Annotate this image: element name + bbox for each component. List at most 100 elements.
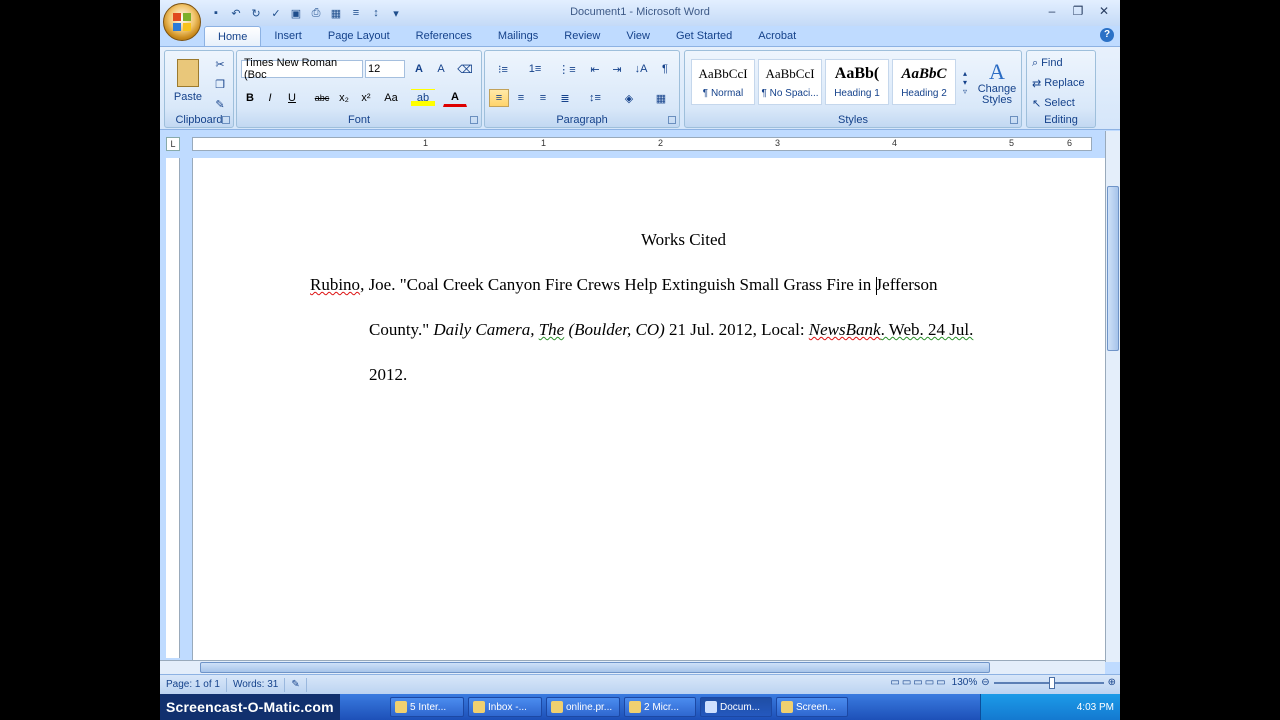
horizontal-scroll-thumb[interactable] [200, 662, 990, 673]
system-tray: 4:03 PM [980, 694, 1120, 720]
author-surname: Rubino [310, 275, 361, 294]
word-count[interactable]: Words: 31 [227, 677, 286, 692]
show-marks-icon[interactable]: ¶ [655, 60, 675, 78]
bold-icon[interactable]: B [241, 89, 259, 107]
restore-icon[interactable]: ❐ [1066, 2, 1090, 20]
tab-insert[interactable]: Insert [261, 26, 315, 46]
cut-icon[interactable]: ✂ [211, 55, 229, 73]
tab-home[interactable]: Home [204, 26, 262, 46]
paragraph-launcher-icon[interactable] [668, 116, 676, 124]
tab-review[interactable]: Review [551, 26, 613, 46]
clipboard-launcher-icon[interactable] [222, 116, 230, 124]
document-area[interactable]: Works Cited Rubino, Joe. "Coal Creek Can… [192, 158, 1105, 660]
find-button[interactable]: ⌕ Find [1031, 54, 1093, 72]
paste-button[interactable]: Paste [169, 53, 207, 109]
vertical-scrollbar[interactable] [1105, 131, 1120, 662]
tab-selector[interactable]: L [166, 137, 180, 151]
word-window: ▪ ↶ ↻ ✓ ▣ ⎙ ▦ ≡ ↕ ▾ Document1 - Microsof… [160, 0, 1120, 720]
styles-launcher-icon[interactable] [1010, 116, 1018, 124]
increase-indent-icon[interactable]: ⇥ [607, 60, 627, 78]
taskbar-item[interactable]: 2 Micr... [624, 697, 696, 717]
citation-line-1: Rubino, Joe. "Coal Creek Canyon Fire Cre… [310, 275, 938, 296]
tab-references[interactable]: References [403, 26, 485, 46]
bullets-icon[interactable]: ⁝≡ [489, 60, 517, 78]
line-spacing-icon[interactable]: ↕≡ [581, 89, 609, 107]
proofing-icon[interactable]: ✎ [285, 677, 307, 692]
borders-icon[interactable]: ▦ [647, 89, 675, 107]
superscript-icon[interactable]: x² [357, 89, 375, 107]
ruler-strip[interactable]: 1 1 2 3 4 5 6 [192, 137, 1092, 151]
shrink-font-icon[interactable]: A [431, 60, 451, 78]
zoom-slider[interactable] [993, 676, 1104, 689]
subscript-icon[interactable]: x₂ [335, 89, 353, 107]
tab-view[interactable]: View [613, 26, 663, 46]
align-left-icon[interactable]: ≡ [489, 89, 509, 107]
taskbar-item[interactable]: Screen... [776, 697, 848, 717]
tab-get-started[interactable]: Get Started [663, 26, 745, 46]
change-case-icon[interactable]: Aa [379, 89, 403, 107]
taskbar-item-label: 5 Inter... [410, 701, 447, 713]
office-button[interactable] [163, 3, 201, 41]
replace-button[interactable]: ⇄ Replace [1031, 74, 1093, 92]
ruler-number: 5 [1009, 138, 1015, 148]
select-button[interactable]: ↖ Select [1031, 94, 1093, 112]
copy-icon[interactable]: ❐ [211, 75, 229, 93]
style-normal[interactable]: AaBbCcI ¶ Normal [691, 59, 755, 105]
style-heading-2[interactable]: AaBbC Heading 2 [892, 59, 956, 105]
close-icon[interactable]: ✕ [1092, 2, 1116, 20]
zoom-out-icon[interactable]: ⊖ [981, 677, 989, 688]
page-count[interactable]: Page: 1 of 1 [160, 677, 227, 692]
numbering-icon[interactable]: 1≡ [521, 60, 549, 78]
underline-icon[interactable]: U [283, 89, 301, 107]
grow-font-icon[interactable]: A [409, 60, 429, 78]
window-controls: – ❐ ✕ [1040, 2, 1116, 20]
change-styles-button[interactable]: A Change Styles [975, 55, 1019, 111]
taskbar-item-label: 2 Micr... [644, 701, 680, 713]
decrease-indent-icon[interactable]: ⇤ [585, 60, 605, 78]
tab-acrobat[interactable]: Acrobat [745, 26, 809, 46]
zoom-level[interactable]: 130% [952, 677, 978, 688]
citation-line-3: 2012. [369, 365, 408, 384]
font-color-icon[interactable]: A [443, 89, 467, 107]
font-label: Font [347, 114, 370, 126]
shading-icon[interactable]: ◈ [615, 89, 643, 107]
clear-formatting-icon[interactable]: ⌫ [455, 60, 475, 78]
horizontal-scrollbar[interactable] [160, 660, 1105, 674]
style-heading-1[interactable]: AaBb( Heading 1 [825, 59, 889, 105]
multilevel-list-icon[interactable]: ⋮≡ [553, 60, 581, 78]
ruler-number: 3 [775, 138, 781, 148]
document-page[interactable]: Works Cited Rubino, Joe. "Coal Creek Can… [193, 158, 1105, 660]
clipboard-group: Paste ✂ ❐ ✎ Clipboard [164, 50, 234, 128]
select-label: Select [1044, 97, 1075, 109]
style-preview: AaBbC [901, 66, 947, 82]
taskbar-item[interactable]: Inbox -... [468, 697, 542, 717]
taskbar-item[interactable]: 5 Inter... [390, 697, 464, 717]
styles-scroll[interactable]: ▴ ▾ ▿ [959, 59, 971, 105]
tab-page-layout[interactable]: Page Layout [315, 26, 403, 46]
editing-group: ⌕ Find ⇄ Replace ↖ Select Editing [1026, 50, 1096, 128]
help-icon[interactable]: ? [1100, 28, 1114, 42]
styles-label: Styles [838, 114, 868, 126]
highlight-icon[interactable]: ab [411, 89, 435, 107]
vertical-scroll-thumb[interactable] [1107, 186, 1119, 351]
align-center-icon[interactable]: ≡ [511, 89, 531, 107]
justify-icon[interactable]: ≣ [555, 89, 575, 107]
tab-mailings[interactable]: Mailings [485, 26, 551, 46]
view-buttons[interactable]: ▭▭▭▭▭ [890, 677, 947, 688]
font-size-field[interactable]: 12 [365, 60, 405, 78]
replace-label: Replace [1044, 77, 1085, 89]
strikethrough-icon[interactable]: abc [311, 89, 333, 107]
format-painter-icon[interactable]: ✎ [211, 95, 229, 113]
taskbar-item[interactable]: online.pr... [546, 697, 620, 717]
font-name-field[interactable]: Times New Roman (Boc [241, 57, 363, 81]
minimize-icon[interactable]: – [1040, 2, 1064, 20]
zoom-in-icon[interactable]: ⊕ [1108, 677, 1116, 688]
sort-icon[interactable]: ↓A [631, 60, 651, 78]
zoom-slider-handle[interactable] [1048, 676, 1055, 689]
style-no-spacing[interactable]: AaBbCcI ¶ No Spaci... [758, 59, 822, 105]
source-title: Daily Camera, [433, 320, 539, 339]
italic-icon[interactable]: I [261, 89, 279, 107]
taskbar-item[interactable]: Docum... [700, 697, 772, 717]
font-launcher-icon[interactable] [470, 116, 478, 124]
align-right-icon[interactable]: ≡ [533, 89, 553, 107]
